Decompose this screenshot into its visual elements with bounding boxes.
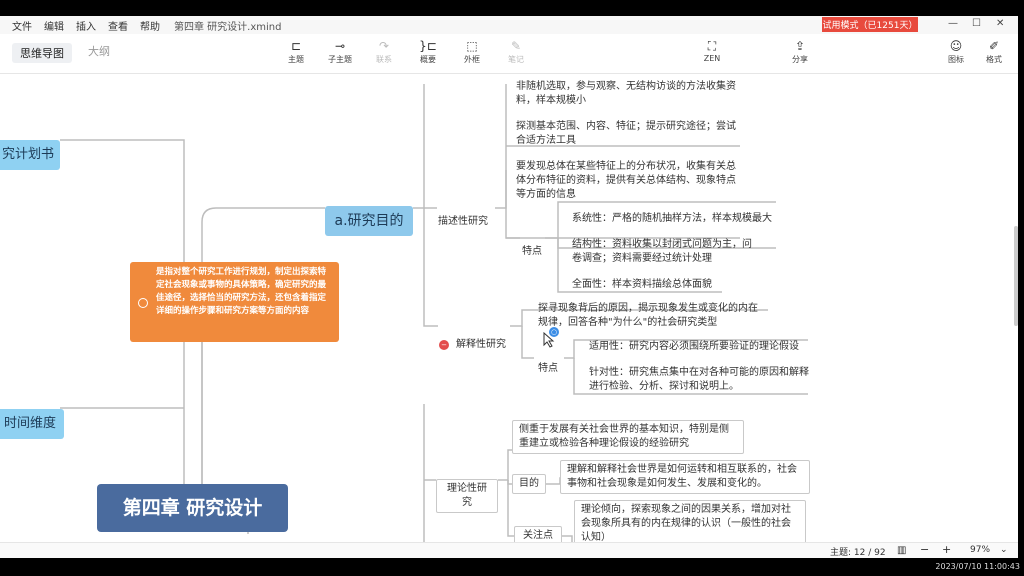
central-topic[interactable]: 第四章 研究设计 [97,484,288,532]
descriptive-summary[interactable]: 要发现总体在某些特征上的分布状况，收集有关总体分布特征的资料，提供有关总体结构、… [516,160,742,202]
note-icon: ✎ [510,39,522,53]
topic-button[interactable]: ⊏ 主题 [276,38,316,65]
clock: 2023/07/10 11:00:43 [935,562,1020,571]
tab-outline[interactable]: 大纲 [88,43,110,59]
explanatory-feature-pertinence[interactable]: 针对性：研究焦点集中在对各种可能的原因和解释进行检验、分析、探讨和说明上。 [589,366,811,394]
menu-edit[interactable]: 编辑 [44,18,64,33]
summary-icon: }⊏ [419,39,437,53]
mindmap-canvas[interactable]: 究计划书 时间维度 第四章 研究设计 a.研究目的 是指对整个研究工作进行规划，… [0,74,1018,542]
app-window: 文件 编辑 插入 查看 帮助 第四章 研究设计.xmind 试用模式（已1251… [0,16,1018,558]
zoom-in-button[interactable]: + [942,543,951,556]
topic-time-dimension[interactable]: 时间维度 [0,409,64,439]
toolbar: 思维导图 大纲 ⊏ 主题 ⊸ 子主题 ↷ 联系 }⊏ 概要 ⬚ 外框 ✎ 笔记 ⛶ ZEN ⇪… [0,34,1018,74]
explanatory-features-label[interactable]: 特点 [538,362,558,376]
descriptive-feature-systematic[interactable]: 系统性：严格的随机抽样方法，样本规模最大 [572,212,786,226]
share-icon: ⇪ [794,39,806,53]
menu-help[interactable]: 帮助 [140,18,160,33]
relationship-icon: ↷ [378,39,390,53]
maximize-icon[interactable]: ☐ [972,18,981,29]
subtopic-icon: ⊸ [334,39,346,53]
document-title: 第四章 研究设计.xmind [174,21,282,33]
chevron-down-icon[interactable]: ⌄ [1000,545,1008,555]
descriptive-feature-comprehensive[interactable]: 全面性：样本资料描绘总体面貌 [572,278,742,292]
theoretical-research-label[interactable]: 理论性研究 [436,479,498,513]
topic-research-purpose[interactable]: a.研究目的 [325,206,413,236]
theoretical-focus-label[interactable]: 关注点 [514,526,562,542]
theoretical-goal-label[interactable]: 目的 [512,474,546,494]
format-icon: ✐ [988,39,1000,53]
collapse-icon[interactable] [138,298,148,308]
trial-badge[interactable]: 试用模式（已1251天） [822,17,918,32]
relationship-button[interactable]: ↷ 联系 [364,38,404,65]
minimize-icon[interactable]: — [948,18,958,29]
definition-text: 是指对整个研究工作进行规划，制定出探索特定社会现象或事物的具体策略，确定研究的最… [156,267,327,316]
subtopic-button[interactable]: ⊸ 子主题 [320,38,360,65]
mouse-cursor-icon [543,332,555,348]
descriptive-feature-structured[interactable]: 结构性：资料收集以封闭式问题为主，问卷调查；资料需要经过统计处理 [572,238,754,266]
boundary-icon: ⬚ [466,39,478,53]
book-icon[interactable]: ▥ [897,545,906,556]
share-button[interactable]: ⇪ 分享 [780,38,820,65]
vertical-scrollbar[interactable] [1014,226,1018,326]
summary-button[interactable]: }⊏ 概要 [408,38,448,65]
menu-view[interactable]: 查看 [108,18,128,33]
note-button[interactable]: ✎ 笔记 [496,38,536,65]
format-button[interactable]: ✐ 格式 [974,38,1014,65]
zoom-out-button[interactable]: − [920,543,929,556]
topic-research-plan[interactable]: 究计划书 [0,140,60,170]
exploratory-item-1[interactable]: 非随机选取，参与观察、无结构访谈的方法收集资料，样本规模小 [516,80,740,112]
status-bar: 主题: 12 / 92 ▥ − + 97% ⌄ [0,542,1018,558]
theoretical-summary[interactable]: 侧重于发展有关社会世界的基本知识，特别是侧重建立或检验各种理论假设的经验研究 [512,420,744,454]
explanatory-summary[interactable]: 探寻现象背后的原因，揭示现象发生或变化的内在规律，回答各种"为什么"的社会研究类… [538,302,766,330]
close-icon[interactable]: ✕ [996,18,1004,29]
menu-insert[interactable]: 插入 [76,18,96,33]
menu-file[interactable]: 文件 [12,18,32,33]
exploratory-item-2[interactable]: 探测基本范围、内容、特征；提示研究途径；尝试合适方法工具 [516,120,740,148]
emoji-button[interactable]: ☺ 图标 [936,38,976,65]
descriptive-features-label[interactable]: 特点 [522,245,542,259]
zoom-level[interactable]: 97% [970,545,990,555]
boundary-button[interactable]: ⬚ 外框 [452,38,492,65]
theoretical-focus[interactable]: 理论倾向，探索现象之间的因果关系，增加对社会现象所具有的内在规律的认识（一般性的… [574,500,806,542]
tab-mindmap[interactable]: 思维导图 [12,43,72,63]
explanatory-feature-applicability[interactable]: 适用性：研究内容必须围绕所要验证的理论假设 [589,340,811,354]
topic-count: 主题: 12 / 92 [830,548,886,558]
theoretical-goal[interactable]: 理解和解释社会世界是如何运转和相互联系的，社会事物和社会现象是如何发生、发展和变… [560,460,810,494]
collapse-icon[interactable]: − [439,340,449,350]
definition-note[interactable]: 是指对整个研究工作进行规划，制定出探索特定社会现象或事物的具体策略，确定研究的最… [130,262,339,342]
descriptive-research-label[interactable]: 描述性研究 [438,215,488,229]
topic-icon: ⊏ [290,39,302,53]
emoji-icon: ☺ [949,39,963,53]
zen-button[interactable]: ⛶ ZEN [692,38,732,63]
taskbar: 2023/07/10 11:00:43 [0,558,1024,576]
explanatory-research-label[interactable]: 解释性研究 [456,338,506,352]
zen-icon: ⛶ [707,39,717,53]
